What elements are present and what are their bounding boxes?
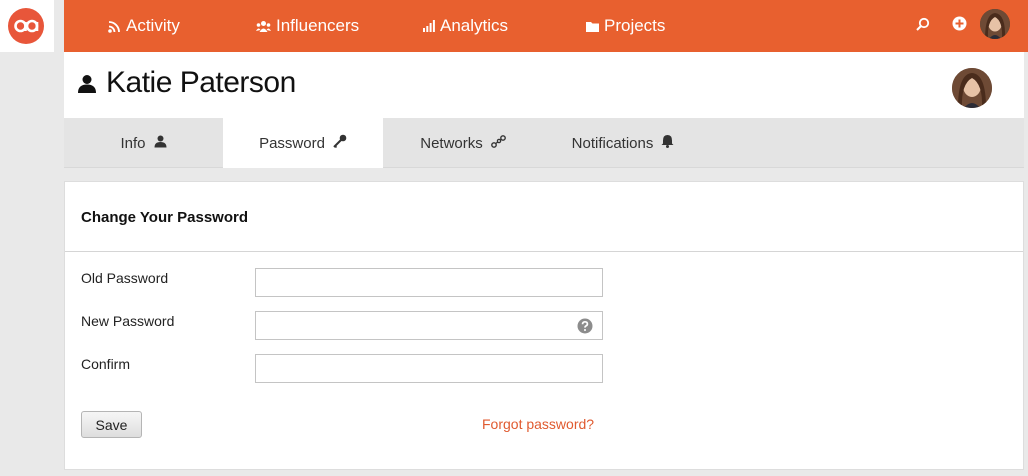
app-logo-icon[interactable] <box>8 8 44 44</box>
rss-icon <box>108 20 121 33</box>
key-icon <box>333 134 347 152</box>
user-icon <box>77 74 97 99</box>
top-nav-bar: Activity Influencers Analytics Projects <box>64 0 1028 52</box>
old-password-field[interactable] <box>255 268 603 297</box>
profile-tabs: Info Password Networks Notifications <box>64 118 1024 168</box>
user-icon <box>154 135 167 152</box>
tab-password-label: Password <box>259 134 325 152</box>
people-icon <box>256 20 271 33</box>
save-button[interactable]: Save <box>81 411 142 438</box>
forgot-password-link[interactable]: Forgot password? <box>482 416 594 432</box>
profile-avatar <box>952 68 992 108</box>
card-title: Change Your Password <box>81 209 248 226</box>
bell-icon <box>661 134 674 152</box>
add-button[interactable] <box>952 0 967 52</box>
profile-name: Katie Paterson <box>106 66 296 99</box>
question-icon[interactable] <box>577 318 593 334</box>
nav-activity[interactable]: Activity <box>108 0 180 52</box>
logo-cell <box>0 0 54 52</box>
tab-info-label: Info <box>120 134 146 152</box>
left-rail <box>0 0 54 476</box>
plus-circle-icon <box>952 16 967 36</box>
nav-projects-label: Projects <box>604 16 666 35</box>
search-button[interactable] <box>916 0 930 52</box>
new-password-label: New Password <box>81 313 175 329</box>
tab-password[interactable]: Password <box>223 118 383 168</box>
confirm-password-field[interactable] <box>255 354 603 383</box>
search-icon <box>916 17 930 36</box>
tab-networks[interactable]: Networks <box>383 118 543 168</box>
confirm-password-label: Confirm <box>81 356 131 372</box>
tab-info[interactable]: Info <box>64 118 223 168</box>
card-divider <box>65 251 1023 252</box>
tab-networks-label: Networks <box>420 134 483 152</box>
tab-notifications[interactable]: Notifications <box>543 118 703 168</box>
change-password-card: Change Your Password Old Password New Pa… <box>64 181 1024 470</box>
nav-influencers[interactable]: Influencers <box>256 0 359 52</box>
link-icon <box>490 134 506 152</box>
nav-influencers-label: Influencers <box>276 16 360 35</box>
folder-icon <box>586 21 599 32</box>
nav-analytics-label: Analytics <box>440 16 509 35</box>
old-password-label: Old Password <box>81 270 169 286</box>
user-avatar[interactable] <box>980 9 1010 39</box>
tab-notifications-label: Notifications <box>571 134 654 152</box>
nav-projects[interactable]: Projects <box>586 0 665 52</box>
new-password-field[interactable] <box>255 311 603 340</box>
nav-activity-label: Activity <box>126 16 180 35</box>
profile-header: Katie Paterson <box>64 52 1024 118</box>
bar-chart-icon <box>423 20 435 32</box>
nav-analytics[interactable]: Analytics <box>423 0 508 52</box>
